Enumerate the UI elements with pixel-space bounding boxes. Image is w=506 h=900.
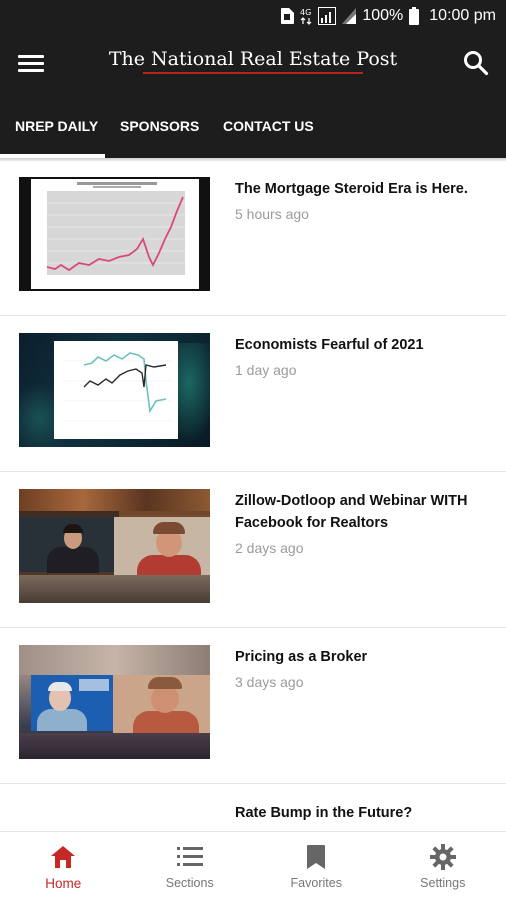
status-time: 10:00 pm <box>429 7 496 24</box>
bookmark-icon <box>303 844 329 870</box>
article-thumbnail[interactable] <box>19 489 210 603</box>
list-icon <box>176 844 203 870</box>
gear-icon <box>429 844 456 870</box>
nav-favorites[interactable]: Favorites <box>253 832 380 900</box>
tab-label: CONTACT US <box>223 118 314 134</box>
article-card[interactable]: Rate Bump in the Future? <box>0 784 506 830</box>
tab-label: NREP DAILY <box>15 118 99 134</box>
nav-settings[interactable]: Settings <box>380 832 506 900</box>
article-title[interactable]: Rate Bump in the Future? <box>235 802 485 824</box>
bottom-nav: Home Sections Favorites Settings <box>0 831 506 900</box>
network-type-icon: 4G <box>300 7 312 25</box>
app-title: The National Real Estate Post <box>0 48 506 74</box>
search-icon[interactable] <box>462 49 490 77</box>
article-title[interactable]: Economists Fearful of 2021 <box>235 334 485 356</box>
app-title-text: The National Real Estate Post <box>108 48 398 70</box>
battery-percent: 100% <box>362 7 404 24</box>
nav-label: Settings <box>420 876 466 890</box>
article-card[interactable]: Economists Fearful of 2021 1 day ago <box>0 316 506 472</box>
tab-sponsors[interactable]: SPONSORS <box>105 94 223 158</box>
article-card[interactable]: The Mortgage Steroid Era is Here. 5 hour… <box>0 160 506 316</box>
tab-label: SPONSORS <box>120 118 200 134</box>
article-thumbnail[interactable] <box>19 645 210 759</box>
article-time: 5 hours ago <box>235 206 309 222</box>
article-thumbnail[interactable] <box>19 177 210 291</box>
article-title[interactable]: Pricing as a Broker <box>235 646 485 668</box>
battery-icon <box>409 7 420 25</box>
article-time: 3 days ago <box>235 674 304 690</box>
article-title[interactable]: The Mortgage Steroid Era is Here. <box>235 178 485 200</box>
title-underline <box>143 72 363 74</box>
app-bar: The National Real Estate Post <box>0 32 506 94</box>
svg-text:4G: 4G <box>300 8 311 17</box>
home-icon <box>50 844 76 870</box>
signal-icon <box>318 7 337 25</box>
article-title[interactable]: Zillow-Dotloop and Webinar WITH Facebook… <box>235 490 485 534</box>
tab-nrep-daily[interactable]: NREP DAILY <box>0 94 105 158</box>
sim-card-icon <box>280 8 295 24</box>
status-bar: 4G 100% 10:00 pm <box>0 0 506 32</box>
article-feed: The Mortgage Steroid Era is Here. 5 hour… <box>0 160 506 830</box>
nav-label: Home <box>45 876 82 891</box>
article-time: 1 day ago <box>235 362 297 378</box>
article-card[interactable]: Pricing as a Broker 3 days ago <box>0 628 506 784</box>
article-thumbnail[interactable] <box>19 333 210 447</box>
article-card[interactable]: Zillow-Dotloop and Webinar WITH Facebook… <box>0 472 506 628</box>
nav-home[interactable]: Home <box>0 832 127 900</box>
nav-label: Sections <box>165 876 214 890</box>
nav-sections[interactable]: Sections <box>127 832 254 900</box>
article-time: 2 days ago <box>235 540 304 556</box>
tab-contact-us[interactable]: CONTACT US <box>223 94 343 158</box>
tab-bar: NREP DAILY SPONSORS CONTACT US <box>0 94 506 158</box>
nav-label: Favorites <box>290 876 342 890</box>
signal-strength-icon <box>342 8 357 24</box>
